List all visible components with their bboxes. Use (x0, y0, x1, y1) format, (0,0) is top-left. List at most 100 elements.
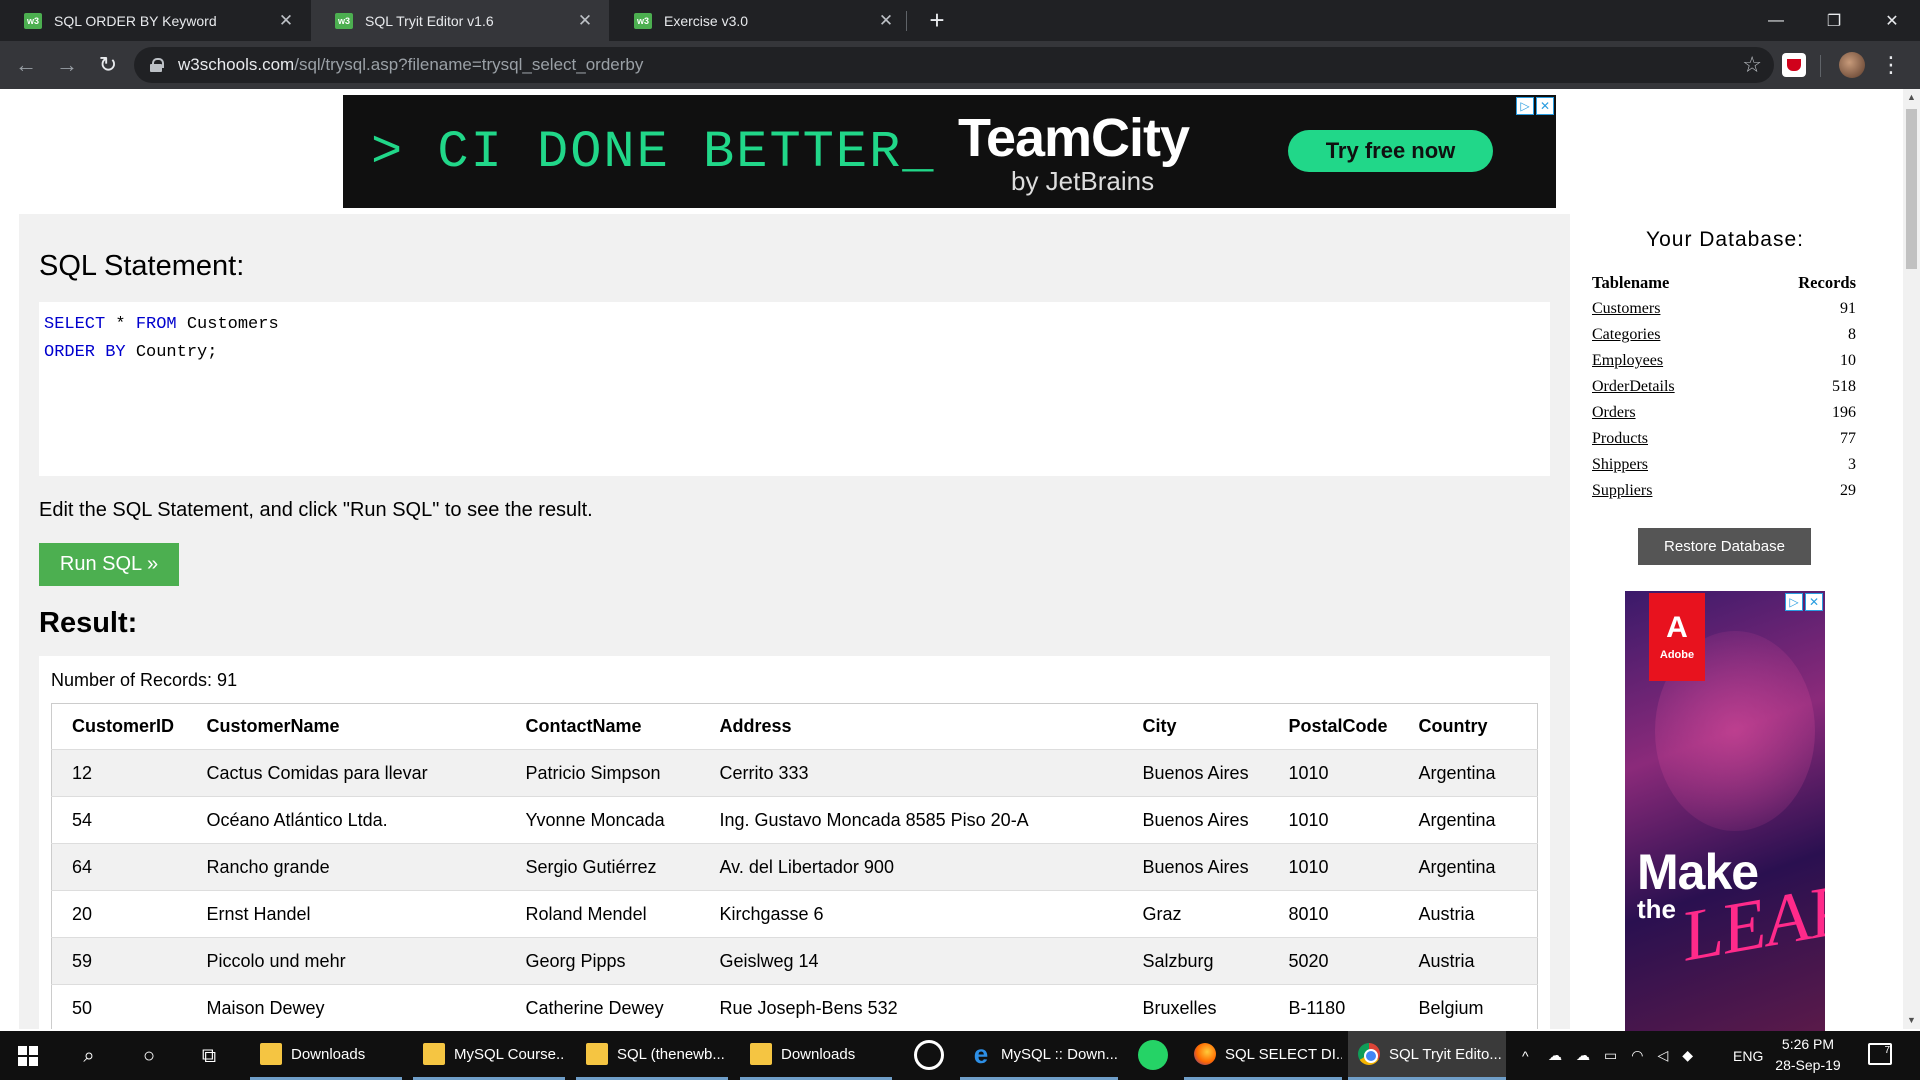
teamcity-banner-ad[interactable]: > CI DONE BETTER_ TeamCity by JetBrains … (343, 95, 1556, 208)
adobe-logo: A Adobe (1649, 593, 1705, 681)
table-link-orderdetails[interactable]: OrderDetails (1592, 378, 1675, 395)
table-cell: Yvonne Moncada (505, 796, 700, 844)
address-bar[interactable]: w3schools.com/sql/trysql.asp?filename=tr… (134, 47, 1774, 83)
forward-button[interactable]: → (51, 49, 83, 81)
ad-cta-button[interactable]: Try free now (1288, 130, 1493, 172)
restore-button[interactable]: ❐ (1806, 0, 1862, 41)
database-list-item: Suppliers 29 (1592, 478, 1856, 504)
taskbar-clock[interactable]: 5:26 PM 28-Sep-19 (1763, 1034, 1853, 1076)
ad-info-icon[interactable]: ▷ (1785, 593, 1803, 611)
column-header: PostalCode (1268, 703, 1399, 750)
ad-brand: TeamCity (958, 108, 1190, 168)
folder-icon (260, 1043, 282, 1065)
ad-brand-sub: by JetBrains (1011, 166, 1155, 196)
database-list-item: Employees 10 (1592, 348, 1856, 374)
dropbox-icon[interactable]: ◆ (1682, 1047, 1693, 1064)
close-window-button[interactable]: ✕ (1864, 0, 1920, 41)
cloud-icon[interactable]: ☁ (1576, 1047, 1590, 1064)
taskbar-app-chrome[interactable]: SQL Tryit Edito... (1348, 1031, 1506, 1080)
tab-sql-tryit-editor[interactable]: w3 SQL Tryit Editor v1.6 ✕ (311, 0, 609, 41)
ad-close-icon[interactable]: ✕ (1536, 97, 1554, 115)
table-cell: 1010 (1268, 843, 1399, 891)
table-row: 54 Océano Atlántico Ltda. Yvonne Moncada In… (51, 796, 1538, 844)
windows-start-icon[interactable] (18, 1046, 38, 1066)
tray-chevron-icon[interactable]: ^ (1522, 1031, 1529, 1080)
taskbar-app-mysql-course[interactable]: MySQL Course... (413, 1031, 565, 1080)
run-sql-button[interactable]: Run SQL » (39, 543, 179, 586)
sql-text: Country; (125, 343, 218, 362)
wifi-icon[interactable]: ◠ (1631, 1047, 1643, 1064)
taskbar-app-sql-folder[interactable]: SQL (thenewb... (576, 1031, 728, 1080)
notification-center-icon[interactable]: 7 (1868, 1043, 1892, 1065)
record-count-cell: 29 (1840, 482, 1856, 499)
groove-music-icon[interactable] (914, 1040, 944, 1070)
page-scrollbar[interactable]: ▲ ▼ (1903, 89, 1920, 1029)
table-cell: Av. del Libertador 900 (699, 843, 1123, 891)
scroll-thumb[interactable] (1906, 109, 1917, 269)
table-link-employees[interactable]: Employees (1592, 352, 1663, 369)
back-button[interactable]: ← (10, 49, 42, 81)
ad-close-icon[interactable]: ✕ (1805, 593, 1823, 611)
onedrive-icon[interactable]: ☁ (1548, 1047, 1562, 1064)
table-cell: Georg Pipps (505, 937, 700, 985)
cortana-icon[interactable]: ○ (134, 1041, 164, 1071)
ad-slogan: > CI DONE BETTER_ (371, 123, 936, 182)
table-link-orders[interactable]: Orders (1592, 404, 1636, 421)
close-icon[interactable]: ✕ (876, 11, 896, 31)
table-cell: Buenos Aires (1122, 843, 1269, 891)
column-header: ContactName (505, 703, 700, 750)
whatsapp-icon[interactable] (1138, 1040, 1168, 1070)
taskbar-app-edge[interactable]: e MySQL :: Down... (960, 1031, 1118, 1080)
table-cell: Sergio Gutiérrez (505, 843, 700, 891)
task-view-icon[interactable]: ⧉ (194, 1041, 224, 1071)
browser-menu-icon[interactable]: ⋮ (1880, 51, 1902, 79)
ad-info-icon[interactable]: ▷ (1516, 97, 1534, 115)
taskbar-app-firefox[interactable]: SQL SELECT DI... (1184, 1031, 1342, 1080)
taskbar-app-downloads[interactable]: Downloads (250, 1031, 402, 1080)
table-cell: 8010 (1268, 890, 1399, 938)
result-container: Number of Records: 91 CustomerID Custome… (39, 656, 1550, 1029)
taskbar-app-label: MySQL Course... (454, 1045, 565, 1063)
tablename-header: Tablename (1592, 273, 1670, 292)
search-icon[interactable]: ⌕ (74, 1041, 104, 1071)
scroll-down-arrow-icon[interactable]: ▼ (1903, 1012, 1920, 1029)
table-link-shippers[interactable]: Shippers (1592, 456, 1648, 473)
table-link-customers[interactable]: Customers (1592, 300, 1660, 317)
table-row: 20 Ernst Handel Roland Mendel Kirchgasse 6G… (51, 890, 1538, 938)
table-link-categories[interactable]: Categories (1592, 326, 1660, 343)
table-link-products[interactable]: Products (1592, 430, 1648, 447)
table-cell: Salzburg (1122, 937, 1269, 985)
close-icon[interactable]: ✕ (575, 11, 595, 31)
bookmark-star-icon[interactable]: ☆ (1742, 52, 1762, 78)
tab-title: SQL ORDER BY Keyword (54, 12, 217, 29)
pocket-extension-icon[interactable] (1782, 53, 1806, 77)
table-cell: Océano Atlántico Ltda. (186, 796, 506, 844)
reload-button[interactable]: ↻ (92, 49, 124, 81)
database-list-item: OrderDetails 518 (1592, 374, 1856, 400)
tab-exercise[interactable]: w3 Exercise v3.0 ✕ (610, 0, 910, 41)
restore-database-button[interactable]: Restore Database (1638, 528, 1811, 565)
profile-avatar[interactable] (1839, 52, 1865, 78)
sql-keyword: SELECT (44, 315, 106, 334)
edge-icon: e (973, 1039, 989, 1069)
system-tray: ☁ ☁ ▭ ◠ ◁ ◆ (1548, 1031, 1693, 1080)
database-list-item: Orders 196 (1592, 400, 1856, 426)
volume-icon[interactable]: ◁ (1657, 1047, 1668, 1064)
taskbar-app-label: Downloads (781, 1045, 856, 1063)
minimize-button[interactable]: — (1748, 0, 1804, 41)
result-heading: Result: (39, 607, 138, 639)
language-indicator[interactable]: ENG (1733, 1031, 1763, 1080)
table-link-suppliers[interactable]: Suppliers (1592, 482, 1652, 499)
taskbar-app-downloads-2[interactable]: Downloads (740, 1031, 892, 1080)
result-table: CustomerID CustomerName ContactName Addr… (51, 703, 1538, 1029)
ad-choices: ▷ ✕ (1516, 97, 1554, 115)
record-count: Number of Records: 91 (51, 670, 238, 690)
tab-sql-order-by[interactable]: w3 SQL ORDER BY Keyword ✕ (0, 0, 310, 41)
battery-icon[interactable]: ▭ (1604, 1047, 1617, 1064)
sql-code-editor[interactable]: SELECT * FROM Customers ORDER BY Country… (39, 302, 1550, 476)
adobe-side-ad[interactable]: A Adobe ▷ ✕ Make the LEAP (1625, 591, 1825, 1031)
close-icon[interactable]: ✕ (276, 11, 296, 31)
record-count-cell: 196 (1832, 404, 1856, 421)
scroll-up-arrow-icon[interactable]: ▲ (1903, 89, 1920, 106)
new-tab-button[interactable]: + (923, 6, 951, 34)
